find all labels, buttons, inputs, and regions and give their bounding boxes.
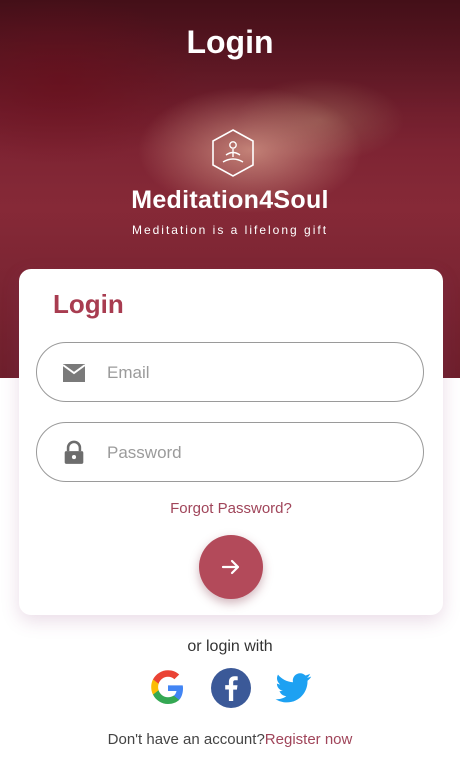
app-name: Meditation4Soul <box>131 186 329 214</box>
login-submit-button[interactable] <box>199 535 263 599</box>
register-link[interactable]: Register now <box>265 731 353 748</box>
password-input[interactable] <box>105 437 409 469</box>
social-login-prompt: or login with <box>187 638 273 655</box>
mail-icon <box>62 364 86 382</box>
page-title: Login <box>186 24 274 60</box>
register-prompt: Don't have an account? <box>107 731 265 748</box>
password-field[interactable] <box>36 422 424 482</box>
lock-icon <box>64 440 84 464</box>
arrow-right-icon <box>221 559 240 575</box>
login-card: Login Forgot Password? <box>19 269 443 615</box>
twitter-icon[interactable] <box>273 668 313 708</box>
meditation-logo-icon <box>212 129 254 177</box>
facebook-icon[interactable] <box>211 668 251 708</box>
register-row: Don't have an account?Register now <box>0 731 460 748</box>
forgot-password-link[interactable]: Forgot Password? <box>19 500 443 517</box>
email-input[interactable] <box>105 357 409 389</box>
email-field[interactable] <box>36 342 424 402</box>
google-icon[interactable] <box>148 668 188 708</box>
login-card-title: Login <box>53 289 124 319</box>
app-tagline: Meditation is a lifelong gift <box>131 223 329 237</box>
